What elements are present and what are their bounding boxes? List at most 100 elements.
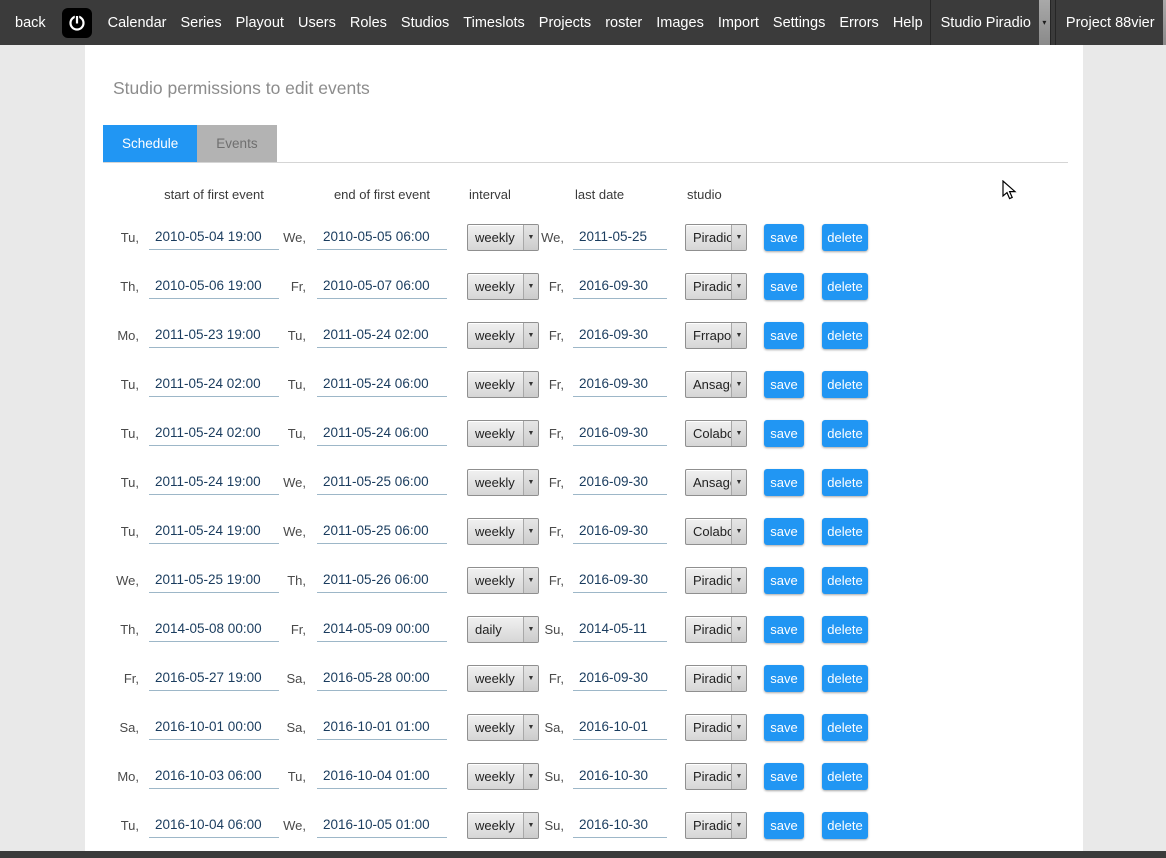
delete-button[interactable]: delete bbox=[822, 224, 868, 251]
delete-button[interactable]: delete bbox=[822, 567, 868, 594]
last-date-input[interactable] bbox=[573, 716, 667, 740]
save-button[interactable]: save bbox=[764, 518, 804, 545]
nav-item-images[interactable]: Images bbox=[649, 15, 711, 31]
delete-button[interactable]: delete bbox=[822, 665, 868, 692]
interval-select[interactable]: weekly ▼ bbox=[467, 665, 539, 692]
delete-button[interactable]: delete bbox=[822, 812, 868, 839]
start-datetime-input[interactable] bbox=[149, 275, 279, 299]
delete-button[interactable]: delete bbox=[822, 371, 868, 398]
delete-button[interactable]: delete bbox=[822, 763, 868, 790]
studio-select[interactable]: Colabo ▼ bbox=[685, 518, 747, 545]
save-button[interactable]: save bbox=[764, 420, 804, 447]
studio-dropdown[interactable]: Studio Piradio ▾ bbox=[930, 0, 1051, 45]
last-date-input[interactable] bbox=[573, 765, 667, 789]
end-datetime-input[interactable] bbox=[317, 618, 447, 642]
end-datetime-input[interactable] bbox=[317, 520, 447, 544]
save-button[interactable]: save bbox=[764, 665, 804, 692]
end-datetime-input[interactable] bbox=[317, 667, 447, 691]
save-button[interactable]: save bbox=[764, 763, 804, 790]
last-date-input[interactable] bbox=[573, 520, 667, 544]
end-datetime-input[interactable] bbox=[317, 422, 447, 446]
interval-select[interactable]: weekly ▼ bbox=[467, 322, 539, 349]
last-date-input[interactable] bbox=[573, 373, 667, 397]
save-button[interactable]: save bbox=[764, 714, 804, 741]
start-datetime-input[interactable] bbox=[149, 765, 279, 789]
interval-select[interactable]: weekly ▼ bbox=[467, 420, 539, 447]
studio-select[interactable]: Piradio ▼ bbox=[685, 224, 747, 251]
delete-button[interactable]: delete bbox=[822, 322, 868, 349]
end-datetime-input[interactable] bbox=[317, 324, 447, 348]
studio-select[interactable]: Piradio ▼ bbox=[685, 273, 747, 300]
nav-item-series[interactable]: Series bbox=[173, 15, 228, 31]
start-datetime-input[interactable] bbox=[149, 618, 279, 642]
studio-select[interactable]: Piradio ▼ bbox=[685, 567, 747, 594]
interval-select[interactable]: daily ▼ bbox=[467, 616, 539, 643]
end-datetime-input[interactable] bbox=[317, 716, 447, 740]
start-datetime-input[interactable] bbox=[149, 226, 279, 250]
save-button[interactable]: save bbox=[764, 371, 804, 398]
studio-select[interactable]: Piradio ▼ bbox=[685, 665, 747, 692]
delete-button[interactable]: delete bbox=[822, 518, 868, 545]
project-dropdown[interactable]: Project 88vier ▾ bbox=[1055, 0, 1166, 45]
end-datetime-input[interactable] bbox=[317, 814, 447, 838]
start-datetime-input[interactable] bbox=[149, 716, 279, 740]
save-button[interactable]: save bbox=[764, 567, 804, 594]
start-datetime-input[interactable] bbox=[149, 373, 279, 397]
last-date-input[interactable] bbox=[573, 324, 667, 348]
interval-select[interactable]: weekly ▼ bbox=[467, 763, 539, 790]
save-button[interactable]: save bbox=[764, 224, 804, 251]
interval-select[interactable]: weekly ▼ bbox=[467, 371, 539, 398]
start-datetime-input[interactable] bbox=[149, 422, 279, 446]
end-datetime-input[interactable] bbox=[317, 373, 447, 397]
nav-item-timeslots[interactable]: Timeslots bbox=[456, 15, 532, 31]
tab-events[interactable]: Events bbox=[197, 125, 276, 162]
end-datetime-input[interactable] bbox=[317, 765, 447, 789]
last-date-input[interactable] bbox=[573, 569, 667, 593]
studio-select[interactable]: Piradio ▼ bbox=[685, 763, 747, 790]
delete-button[interactable]: delete bbox=[822, 616, 868, 643]
save-button[interactable]: save bbox=[764, 322, 804, 349]
nav-item-calendar[interactable]: Calendar bbox=[101, 15, 174, 31]
studio-select[interactable]: Frrapo ▼ bbox=[685, 322, 747, 349]
delete-button[interactable]: delete bbox=[822, 273, 868, 300]
nav-item-playout[interactable]: Playout bbox=[229, 15, 291, 31]
start-datetime-input[interactable] bbox=[149, 520, 279, 544]
delete-button[interactable]: delete bbox=[822, 714, 868, 741]
studio-select[interactable]: Ansage ▼ bbox=[685, 469, 747, 496]
start-datetime-input[interactable] bbox=[149, 471, 279, 495]
tab-schedule[interactable]: Schedule bbox=[103, 125, 197, 162]
save-button[interactable]: save bbox=[764, 812, 804, 839]
end-datetime-input[interactable] bbox=[317, 275, 447, 299]
interval-select[interactable]: weekly ▼ bbox=[467, 469, 539, 496]
save-button[interactable]: save bbox=[764, 616, 804, 643]
nav-item-import[interactable]: Import bbox=[711, 15, 766, 31]
nav-item-back[interactable]: back bbox=[8, 15, 53, 31]
studio-select[interactable]: Colabo ▼ bbox=[685, 420, 747, 447]
last-date-input[interactable] bbox=[573, 667, 667, 691]
interval-select[interactable]: weekly ▼ bbox=[467, 224, 539, 251]
interval-select[interactable]: weekly ▼ bbox=[467, 273, 539, 300]
start-datetime-input[interactable] bbox=[149, 667, 279, 691]
end-datetime-input[interactable] bbox=[317, 569, 447, 593]
studio-select[interactable]: Piradio ▼ bbox=[685, 616, 747, 643]
end-datetime-input[interactable] bbox=[317, 471, 447, 495]
interval-select[interactable]: weekly ▼ bbox=[467, 812, 539, 839]
delete-button[interactable]: delete bbox=[822, 420, 868, 447]
nav-item-help[interactable]: Help bbox=[886, 15, 930, 31]
end-datetime-input[interactable] bbox=[317, 226, 447, 250]
start-datetime-input[interactable] bbox=[149, 814, 279, 838]
radio-logo-icon[interactable] bbox=[62, 8, 92, 38]
last-date-input[interactable] bbox=[573, 226, 667, 250]
studio-select[interactable]: Piradio ▼ bbox=[685, 812, 747, 839]
save-button[interactable]: save bbox=[764, 273, 804, 300]
studio-select[interactable]: Piradio ▼ bbox=[685, 714, 747, 741]
last-date-input[interactable] bbox=[573, 618, 667, 642]
last-date-input[interactable] bbox=[573, 275, 667, 299]
nav-item-projects[interactable]: Projects bbox=[532, 15, 598, 31]
nav-item-users[interactable]: Users bbox=[291, 15, 343, 31]
delete-button[interactable]: delete bbox=[822, 469, 868, 496]
nav-item-roles[interactable]: Roles bbox=[343, 15, 394, 31]
last-date-input[interactable] bbox=[573, 422, 667, 446]
interval-select[interactable]: weekly ▼ bbox=[467, 714, 539, 741]
studio-select[interactable]: Ansage ▼ bbox=[685, 371, 747, 398]
